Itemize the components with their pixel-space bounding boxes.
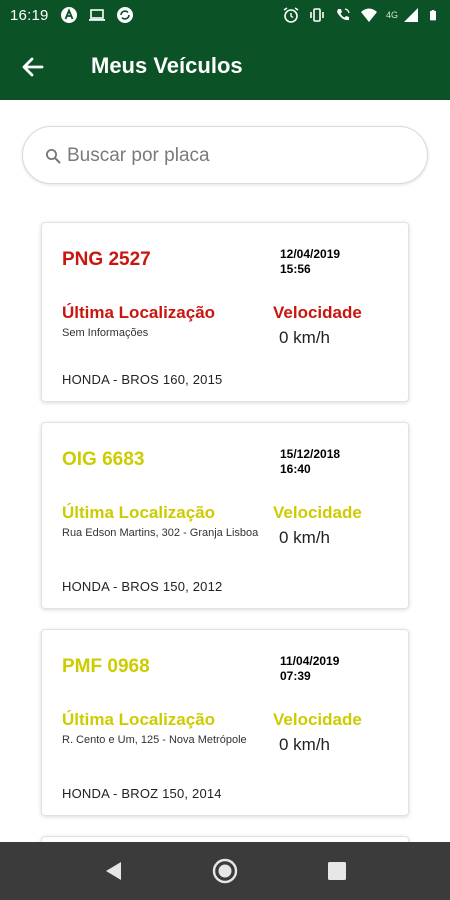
vehicle-date: 12/04/2019: [280, 247, 341, 261]
speed-label: Velocidade: [273, 710, 362, 729]
last-location-label: Última Localização: [62, 503, 216, 522]
vehicle-card[interactable]: OIG 6683 15/12/2018 16:40 Última Localiz…: [41, 422, 409, 609]
status-bar: 16:19 4G: [0, 0, 450, 32]
system-nav-bar: [0, 842, 450, 900]
last-location-value: Sem Informações: [62, 327, 149, 339]
vehicle-model: HONDA - BROS 160, 2015: [62, 372, 223, 387]
last-location-value: R. Cento e Um, 125 - Nova Metrópole: [62, 734, 247, 746]
signal-icon: [404, 8, 418, 22]
vehicle-model: HONDA - BROZ 150, 2014: [62, 786, 222, 801]
vehicle-plate: PMF 0968: [62, 656, 150, 677]
vehicle-date: 11/04/2019: [280, 654, 340, 668]
status-right-icons: 4G: [282, 6, 440, 24]
speed-value: 0 km/h: [279, 735, 331, 754]
speed-label: Velocidade: [273, 503, 362, 522]
vehicle-card[interactable]: PMF 0968 11/04/2019 07:39 Última Localiz…: [41, 629, 409, 816]
status-time: 16:19: [10, 7, 49, 24]
vehicle-time: 15:56: [280, 262, 311, 276]
speed-label: Velocidade: [273, 303, 362, 322]
circle-home-icon[interactable]: [211, 857, 239, 885]
vehicle-date: 15/12/2018: [280, 447, 341, 461]
status-left-icons: [60, 6, 134, 24]
a-circle-icon: [61, 7, 77, 23]
speed-value: 0 km/h: [279, 328, 331, 347]
speed-value: 0 km/h: [279, 528, 331, 547]
page-title: Meus Veículos: [91, 53, 243, 78]
vehicle-model: HONDA - BROS 150, 2012: [62, 579, 223, 594]
last-location-label: Última Localização: [62, 303, 216, 322]
app-bar: Meus Veículos: [0, 32, 450, 100]
vehicle-card[interactable]: PNG 2527 12/04/2019 15:56 Última Localiz…: [41, 222, 409, 402]
square-recents-icon[interactable]: [323, 857, 351, 885]
vehicle-plate: OIG 6683: [62, 449, 145, 470]
last-location-label: Última Localização: [62, 710, 216, 729]
sync-icon: [117, 7, 133, 23]
vibrate-icon: [310, 8, 324, 22]
search-input[interactable]: [67, 141, 407, 171]
search-bar[interactable]: [22, 126, 428, 184]
arrow-left-icon[interactable]: [20, 54, 46, 80]
last-location-value: Rua Edson Martins, 302 - Granja Lisboa: [62, 527, 259, 539]
vehicle-datetime: 12/04/2019 15:56: [280, 247, 340, 277]
vehicle-time: 16:40: [280, 462, 311, 476]
vehicle-datetime: 15/12/2018 16:40: [280, 447, 340, 477]
search-icon: [46, 149, 61, 164]
wifi-calling-icon: [336, 8, 350, 21]
triangle-back-icon[interactable]: [100, 857, 128, 885]
wifi-icon: [360, 8, 377, 22]
vehicle-time: 07:39: [280, 669, 311, 683]
vehicle-datetime: 11/04/2019 07:39: [280, 654, 339, 684]
vehicle-plate: PNG 2527: [62, 249, 151, 270]
laptop-icon: [89, 9, 105, 21]
network-type-label: 4G: [385, 10, 398, 20]
battery-icon: [430, 10, 436, 21]
alarm-icon: [283, 7, 299, 23]
